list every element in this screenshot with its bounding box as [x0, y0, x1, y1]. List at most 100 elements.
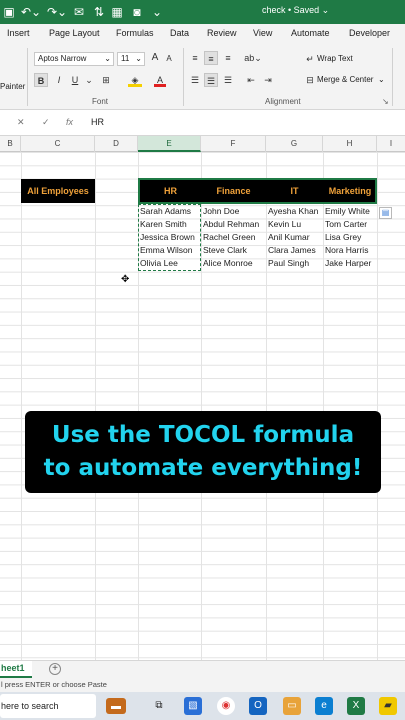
- edge-icon[interactable]: e: [315, 697, 333, 715]
- formula-input[interactable]: HR: [91, 117, 104, 127]
- font-color-icon[interactable]: A: [154, 73, 166, 87]
- cell-it-3[interactable]: Anil Kumar: [268, 231, 310, 244]
- redo-icon[interactable]: ↷⌄: [46, 4, 68, 20]
- department-header-row[interactable]: HR Finance IT Marketing: [138, 178, 377, 204]
- ribbon-separator: [183, 48, 184, 106]
- ribbon: Painter Aptos Narrow ⌄ 11 ⌄ A A B I U ⌄ …: [0, 44, 405, 110]
- decrease-indent-icon[interactable]: ⇤: [245, 73, 257, 87]
- grid-icon[interactable]: ▦: [110, 4, 124, 20]
- align-top-icon[interactable]: ≡: [188, 51, 202, 65]
- caption-banner: Use the TOCOL formula to automate everyt…: [25, 411, 381, 493]
- column-header-g[interactable]: G: [266, 136, 323, 152]
- cell-it-5[interactable]: Paul Singh: [268, 257, 309, 270]
- enter-icon[interactable]: ✓: [42, 117, 50, 128]
- underline-button[interactable]: U: [69, 73, 81, 87]
- header-cell-finance[interactable]: Finance: [201, 180, 266, 202]
- cell-finance-5[interactable]: Alice Monroe: [203, 257, 253, 270]
- dialog-launcher-icon[interactable]: ↘: [382, 97, 389, 106]
- header-cell-it[interactable]: IT: [266, 180, 323, 202]
- mail-icon[interactable]: ✉: [72, 4, 86, 20]
- briefcase-icon[interactable]: ▬: [106, 698, 126, 714]
- italic-button[interactable]: I: [53, 73, 65, 87]
- tab-insert[interactable]: Insert: [7, 28, 30, 38]
- grid-line: [201, 152, 202, 660]
- cell-cursor-icon: ✥: [121, 274, 130, 285]
- shrink-font-button[interactable]: A: [164, 52, 174, 66]
- column-header-c[interactable]: C: [21, 136, 95, 152]
- cell-it-2[interactable]: Kevin Lu: [268, 218, 301, 231]
- cell-finance-1[interactable]: John Doe: [203, 205, 239, 218]
- tab-data[interactable]: Data: [170, 28, 189, 38]
- paste-options-icon[interactable]: ▤: [379, 207, 392, 219]
- cancel-icon[interactable]: ✕: [17, 117, 25, 128]
- column-header-i[interactable]: I: [377, 136, 405, 152]
- cell-finance-3[interactable]: Rachel Green: [203, 231, 255, 244]
- more-icon[interactable]: ⌄: [150, 4, 164, 20]
- column-header-d[interactable]: D: [95, 136, 138, 152]
- taskbar-search[interactable]: here to search: [0, 694, 96, 718]
- sticky-notes-icon[interactable]: ▰: [379, 697, 397, 715]
- grow-font-button[interactable]: A: [149, 51, 161, 65]
- align-middle-icon[interactable]: ≡: [204, 51, 218, 65]
- column-header-h[interactable]: H: [323, 136, 377, 152]
- cell-marketing-5[interactable]: Jake Harper: [325, 257, 371, 270]
- ribbon-tabs: Insert Page Layout Formulas Data Review …: [0, 24, 405, 44]
- header-cell-marketing[interactable]: Marketing: [323, 180, 377, 202]
- header-cell-hr[interactable]: HR: [140, 180, 201, 202]
- chevron-down-icon[interactable]: ⌄: [378, 75, 385, 84]
- column-header-f[interactable]: F: [201, 136, 266, 152]
- chrome-icon[interactable]: ◉: [217, 697, 235, 715]
- tab-review[interactable]: Review: [207, 28, 237, 38]
- align-bottom-icon[interactable]: ≡: [221, 51, 235, 65]
- cell-marketing-3[interactable]: Lisa Grey: [325, 231, 361, 244]
- excel-icon[interactable]: X: [347, 697, 365, 715]
- folder-icon[interactable]: ▭: [283, 697, 301, 715]
- save-icon[interactable]: ▣: [2, 4, 16, 20]
- camera-icon[interactable]: ◙: [130, 4, 144, 20]
- fill-color-icon[interactable]: ◈: [128, 73, 142, 87]
- cell-finance-2[interactable]: Abdul Rehman: [203, 218, 259, 231]
- font-size-box[interactable]: 11 ⌄: [117, 52, 145, 66]
- copy-marquee: [138, 204, 201, 271]
- column-header-e[interactable]: E: [138, 136, 201, 152]
- borders-icon[interactable]: ⊞: [99, 73, 113, 87]
- undo-icon[interactable]: ↶⌄: [20, 4, 42, 20]
- increase-indent-icon[interactable]: ⇥: [262, 73, 274, 87]
- document-title[interactable]: check • Saved ⌄: [262, 5, 329, 16]
- widgets-icon[interactable]: ▧: [184, 697, 202, 715]
- wrap-text-button[interactable]: Wrap Text: [317, 54, 353, 63]
- merge-center-button[interactable]: Merge & Center: [317, 75, 373, 84]
- bold-button[interactable]: B: [34, 73, 48, 87]
- add-sheet-icon[interactable]: +: [49, 663, 61, 675]
- task-view-icon[interactable]: ⧉: [150, 697, 168, 715]
- all-employees-cell[interactable]: All Employees: [21, 179, 95, 203]
- tab-formulas[interactable]: Formulas: [116, 28, 154, 38]
- tab-page-layout[interactable]: Page Layout: [49, 28, 100, 38]
- orientation-icon[interactable]: ab⌄: [244, 51, 262, 65]
- format-painter-label[interactable]: Painter: [0, 82, 25, 91]
- column-header-b[interactable]: B: [0, 136, 21, 152]
- cell-finance-4[interactable]: Steve Clark: [203, 244, 247, 257]
- cell-it-4[interactable]: Clara James: [268, 244, 316, 257]
- formula-bar: ✕ ✓ fx HR: [0, 110, 405, 136]
- tab-view[interactable]: View: [253, 28, 272, 38]
- alignment-group-label: Alignment: [265, 97, 301, 106]
- grid-line: [95, 152, 96, 660]
- tab-developer[interactable]: Developer: [349, 28, 390, 38]
- cell-it-1[interactable]: Ayesha Khan: [268, 205, 318, 218]
- font-name-box[interactable]: Aptos Narrow ⌄: [34, 52, 114, 66]
- chevron-down-icon[interactable]: ⌄: [84, 73, 94, 87]
- sheet-tab-1[interactable]: heet1: [0, 661, 32, 678]
- align-left-icon[interactable]: ☰: [188, 73, 202, 87]
- font-size-value: 11: [121, 54, 130, 63]
- merge-icon: ⊟: [306, 75, 314, 85]
- outlook-icon[interactable]: O: [249, 697, 267, 715]
- cell-marketing-2[interactable]: Tom Carter: [325, 218, 367, 231]
- sort-icon[interactable]: ⇅: [92, 4, 106, 20]
- cell-marketing-1[interactable]: Emily White: [325, 205, 370, 218]
- tab-automate[interactable]: Automate: [291, 28, 330, 38]
- align-right-icon[interactable]: ☰: [221, 73, 235, 87]
- cell-marketing-4[interactable]: Nora Harris: [325, 244, 368, 257]
- align-center-icon[interactable]: ☰: [204, 73, 218, 87]
- insert-function-icon[interactable]: fx: [66, 117, 73, 127]
